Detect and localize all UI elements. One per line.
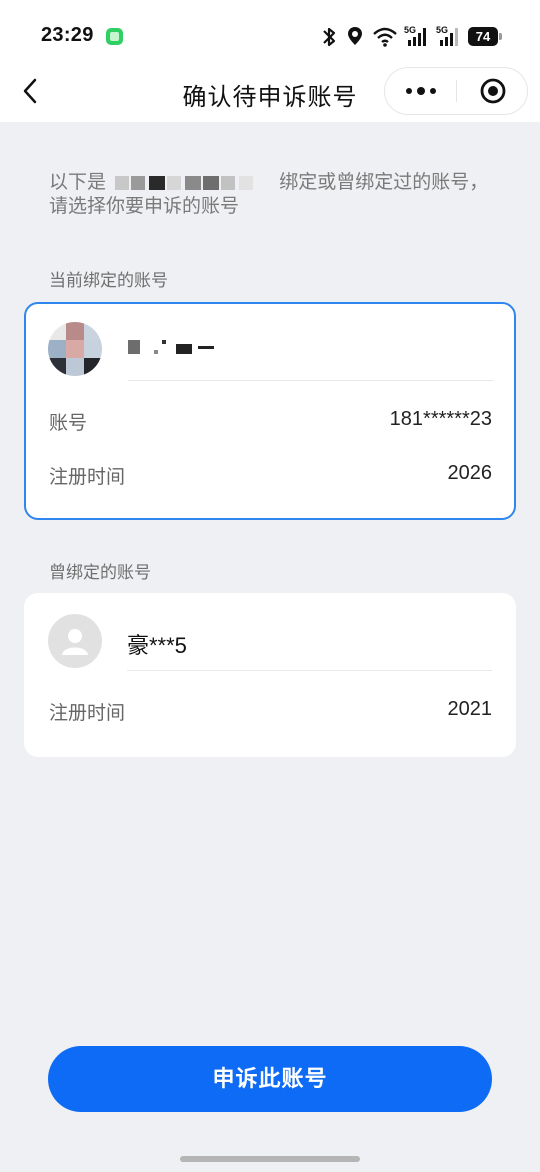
intro-text: 以下是 绑定或曾绑定过的账号，请选择你要申诉的账号 [49,171,489,219]
appeal-button[interactable]: 申诉此账号 [48,1046,492,1112]
wifi-icon [372,24,398,50]
status-time: 23:29 [41,24,94,46]
page-title: 确认待申诉账号 [182,84,358,111]
cellular-signal-icon: 5G [436,24,464,50]
more-dots-icon [406,87,436,95]
close-button[interactable] [457,68,529,114]
target-close-icon [480,78,506,104]
section-label-current: 当前绑定的账号 [49,271,168,290]
more-button[interactable] [385,68,457,114]
chevron-left-icon [23,78,37,104]
nickname: 豪***5 [127,633,187,658]
avatar [48,322,102,376]
register-time-value: 2021 [447,698,493,720]
cellular-signal-icon: 5G [404,24,432,50]
default-user-icon [62,629,88,655]
signal-2-label: 5G [436,25,448,35]
current-account-card[interactable]: 账号 181******23 注册时间 2026 [24,302,516,520]
divider [128,380,494,381]
avatar [48,614,102,668]
signal-1-label: 5G [404,25,416,35]
previous-account-card[interactable]: 豪***5 注册时间 2021 [24,593,516,757]
status-bar: 23:29 5G 5G 74 [0,0,540,70]
home-indicator[interactable] [180,1156,360,1162]
register-time-label: 注册时间 [49,467,126,488]
miniprogram-capsule [384,67,528,115]
battery-tip [499,33,502,40]
divider [127,670,492,671]
redacted-nickname [128,334,218,364]
battery-icon: 74 [468,27,498,46]
location-icon [346,24,364,50]
account-value: 181******23 [389,408,492,430]
register-time-label: 注册时间 [49,703,126,724]
back-button[interactable] [14,74,46,108]
redacted-mosaic [111,175,279,190]
account-label: 账号 [49,413,88,434]
nav-bar: 确认待申诉账号 [0,62,540,122]
intro-prefix: 以下是 [49,172,107,193]
app-indicator-icon [106,28,123,45]
bluetooth-icon [318,24,340,50]
section-label-previous: 曾绑定的账号 [49,563,151,582]
register-time-value: 2026 [447,462,493,484]
